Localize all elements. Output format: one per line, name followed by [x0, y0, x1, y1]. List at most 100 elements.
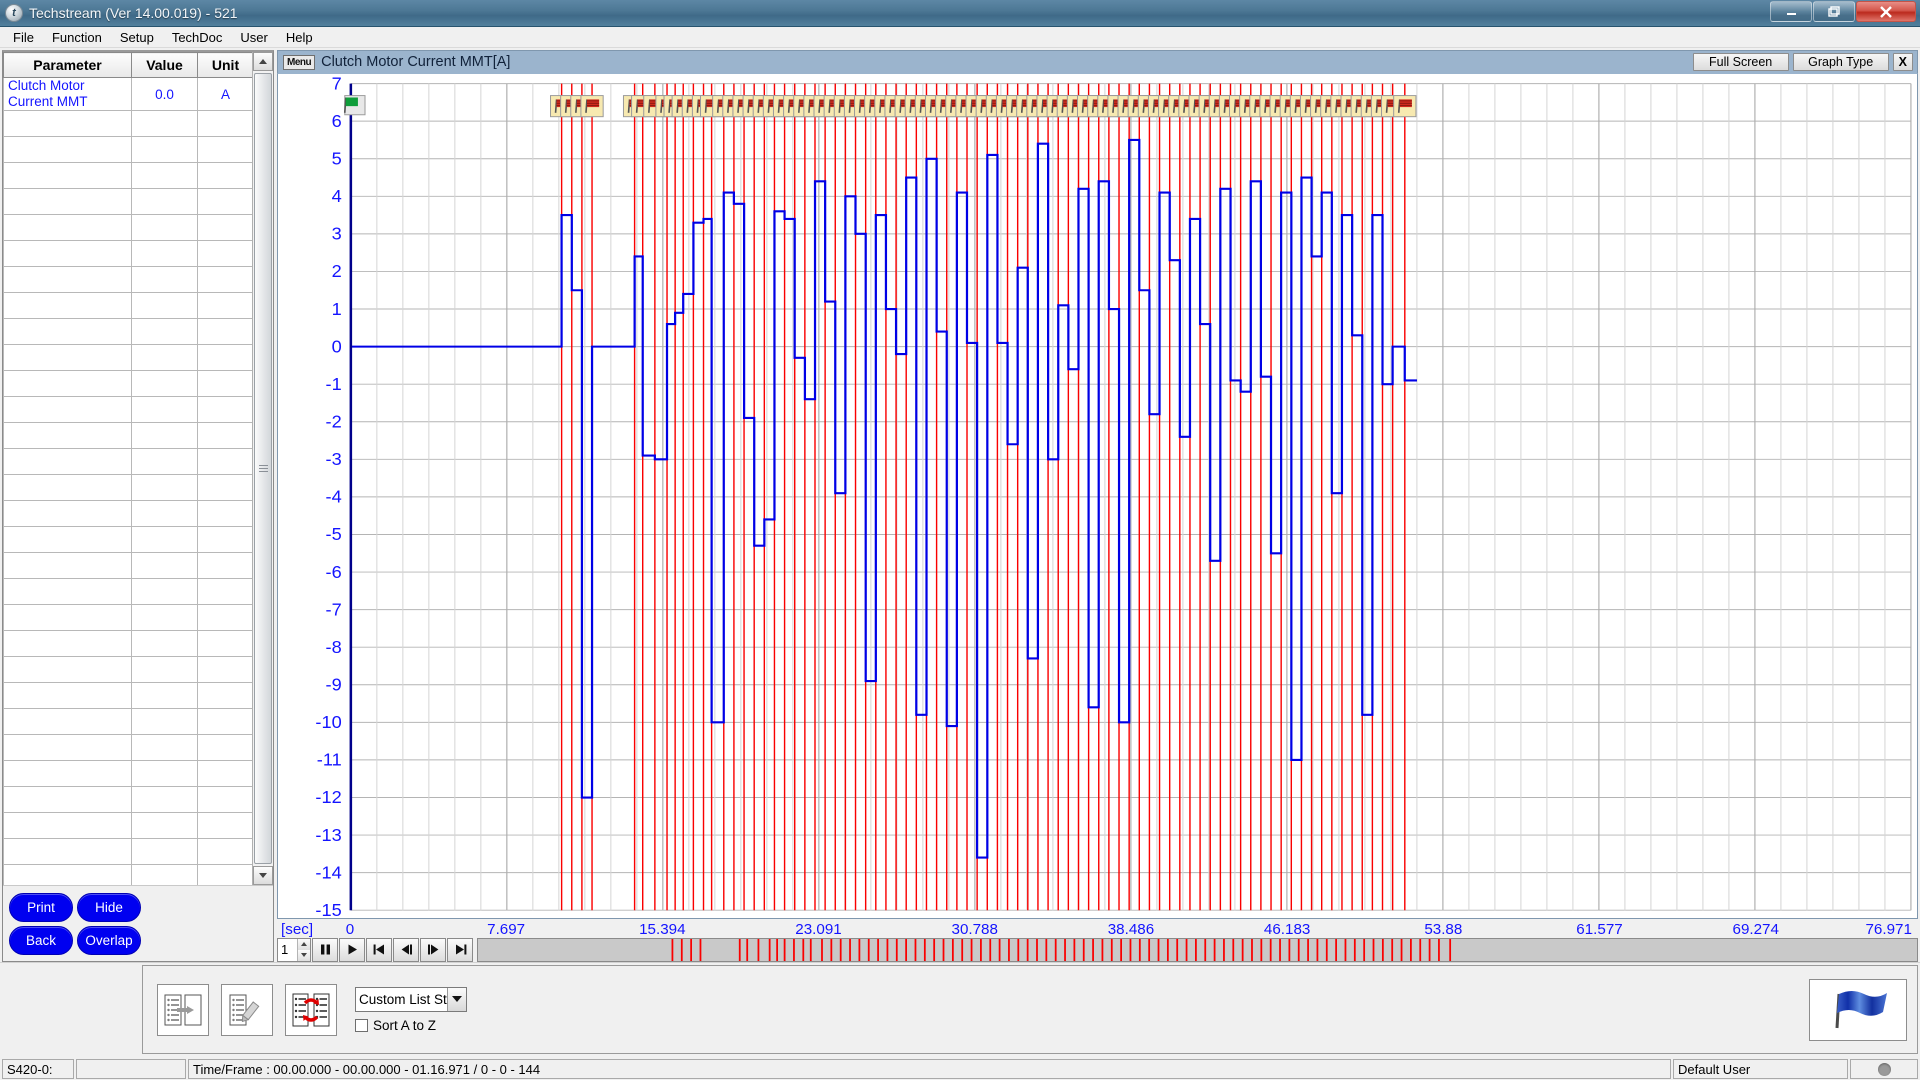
table-row-empty[interactable]: [4, 241, 253, 267]
minimize-button[interactable]: [1770, 1, 1812, 22]
scroll-up-button[interactable]: [253, 52, 273, 71]
table-row-empty[interactable]: [4, 501, 253, 527]
step-forward-button[interactable]: [420, 938, 446, 962]
table-row-empty[interactable]: [4, 527, 253, 553]
status-blank: [76, 1059, 186, 1079]
red-flag-icon[interactable]: [581, 96, 603, 117]
table-row-empty[interactable]: [4, 657, 253, 683]
y-axis-tick-label: 5: [332, 149, 342, 168]
table-row-empty[interactable]: [4, 215, 253, 241]
bottom-toolbar-main: Custom List Style Sort A to Z: [142, 965, 1918, 1054]
table-row-empty[interactable]: [4, 319, 253, 345]
table-row-empty[interactable]: [4, 163, 253, 189]
menu-item-user[interactable]: User: [231, 28, 276, 47]
close-button[interactable]: [1856, 1, 1916, 22]
bottom-toolbar: Custom List Style Sort A to Z: [0, 962, 1920, 1058]
table-row-empty[interactable]: [4, 111, 253, 137]
y-axis-tick-label: -2: [326, 412, 342, 431]
full-screen-button[interactable]: Full Screen: [1693, 53, 1789, 71]
x-axis-unit-label: [sec]: [281, 921, 313, 938]
window-titlebar: t Techstream (Ver 14.00.019) - 521: [0, 0, 1920, 27]
y-axis-tick-label: -10: [315, 713, 341, 732]
column-header-value[interactable]: Value: [132, 53, 198, 78]
red-flag-icon[interactable]: [1394, 96, 1416, 117]
table-row-empty[interactable]: [4, 709, 253, 735]
scrollbar-track[interactable]: [253, 71, 273, 866]
table-row-empty[interactable]: [4, 397, 253, 423]
scroll-down-button[interactable]: [253, 866, 273, 885]
frame-increment-button[interactable]: [298, 939, 310, 950]
cell-value: 0.0: [132, 78, 198, 111]
table-row-empty[interactable]: [4, 267, 253, 293]
skip-start-button[interactable]: [366, 938, 392, 962]
table-row-empty[interactable]: [4, 137, 253, 163]
menu-item-file[interactable]: File: [4, 28, 43, 47]
sort-a-to-z-checkbox[interactable]: [355, 1019, 368, 1032]
parameter-table-body: Clutch Motor Current MMT0.0A: [4, 78, 253, 886]
table-row-empty[interactable]: [4, 839, 253, 865]
table-row-empty[interactable]: [4, 475, 253, 501]
table-row-empty[interactable]: [4, 813, 253, 839]
step-back-button[interactable]: [393, 938, 419, 962]
menu-item-setup[interactable]: Setup: [111, 28, 163, 47]
window-controls: [1770, 1, 1916, 22]
y-axis-tick-label: -5: [326, 525, 342, 544]
graph-panel: Menu Clutch Motor Current MMT[A] Full Sc…: [277, 50, 1918, 962]
table-row-empty[interactable]: [4, 579, 253, 605]
skip-end-button[interactable]: [447, 938, 473, 962]
pause-button[interactable]: [312, 938, 338, 962]
x-axis-tick-label: 76.971: [1866, 921, 1912, 938]
split-list-button[interactable]: [157, 984, 209, 1036]
menu-item-help[interactable]: Help: [277, 28, 322, 47]
table-row-empty[interactable]: [4, 631, 253, 657]
maximize-button[interactable]: [1813, 1, 1855, 22]
sort-row: Sort A to Z: [355, 1018, 467, 1033]
graph-close-button[interactable]: X: [1893, 53, 1913, 71]
green-flag-icon[interactable]: [345, 96, 365, 115]
y-axis-tick-label: -15: [315, 900, 341, 917]
frame-decrement-button[interactable]: [298, 950, 310, 961]
menu-item-function[interactable]: Function: [43, 28, 111, 47]
table-row-empty[interactable]: [4, 761, 253, 787]
table-row-empty[interactable]: [4, 189, 253, 215]
flag-button[interactable]: [1809, 979, 1907, 1041]
table-row-empty[interactable]: [4, 735, 253, 761]
parameter-list-area: Parameter Value Unit Clutch Motor Curren…: [3, 52, 273, 885]
overlap-button[interactable]: Overlap: [77, 926, 141, 955]
edit-list-button[interactable]: [221, 984, 273, 1036]
table-row[interactable]: Clutch Motor Current MMT0.0A: [4, 78, 253, 111]
graph-title: Clutch Motor Current MMT[A]: [321, 54, 510, 70]
window-title: Techstream (Ver 14.00.019) - 521: [29, 5, 238, 21]
table-row-empty[interactable]: [4, 683, 253, 709]
table-row-empty[interactable]: [4, 345, 253, 371]
table-row-empty[interactable]: [4, 605, 253, 631]
plot-area[interactable]: 76543210-1-2-3-4-5-6-7-8-9-10-11-12-13-1…: [277, 73, 1918, 919]
table-row-empty[interactable]: [4, 371, 253, 397]
scrollbar-thumb[interactable]: [254, 73, 272, 864]
table-row-empty[interactable]: [4, 423, 253, 449]
back-button[interactable]: Back: [9, 926, 73, 955]
table-row-empty[interactable]: [4, 865, 253, 886]
table-row-empty[interactable]: [4, 449, 253, 475]
frame-stepper[interactable]: 1: [277, 938, 311, 962]
column-header-parameter[interactable]: Parameter: [4, 53, 132, 78]
parameter-vertical-scrollbar[interactable]: [252, 52, 273, 885]
table-row-empty[interactable]: [4, 787, 253, 813]
y-axis-tick-label: -8: [326, 637, 342, 656]
play-button[interactable]: [339, 938, 365, 962]
table-row-empty[interactable]: [4, 553, 253, 579]
graph-menu-button[interactable]: Menu: [283, 55, 315, 70]
table-row-empty[interactable]: [4, 293, 253, 319]
chevron-down-icon[interactable]: [447, 988, 466, 1011]
timeline-scrollbar[interactable]: [477, 938, 1918, 962]
print-button[interactable]: Print: [9, 893, 73, 922]
refresh-list-button[interactable]: [285, 984, 337, 1036]
hide-button[interactable]: Hide: [77, 893, 141, 922]
graph-type-button[interactable]: Graph Type: [1793, 53, 1889, 71]
list-style-select[interactable]: Custom List Style: [355, 987, 467, 1012]
cell-unit: A: [198, 78, 253, 111]
menu-item-techdoc[interactable]: TechDoc: [163, 28, 232, 47]
x-axis-tick-label: 53.88: [1424, 921, 1462, 938]
x-axis-tick-label: 15.394: [639, 921, 685, 938]
column-header-unit[interactable]: Unit: [198, 53, 253, 78]
